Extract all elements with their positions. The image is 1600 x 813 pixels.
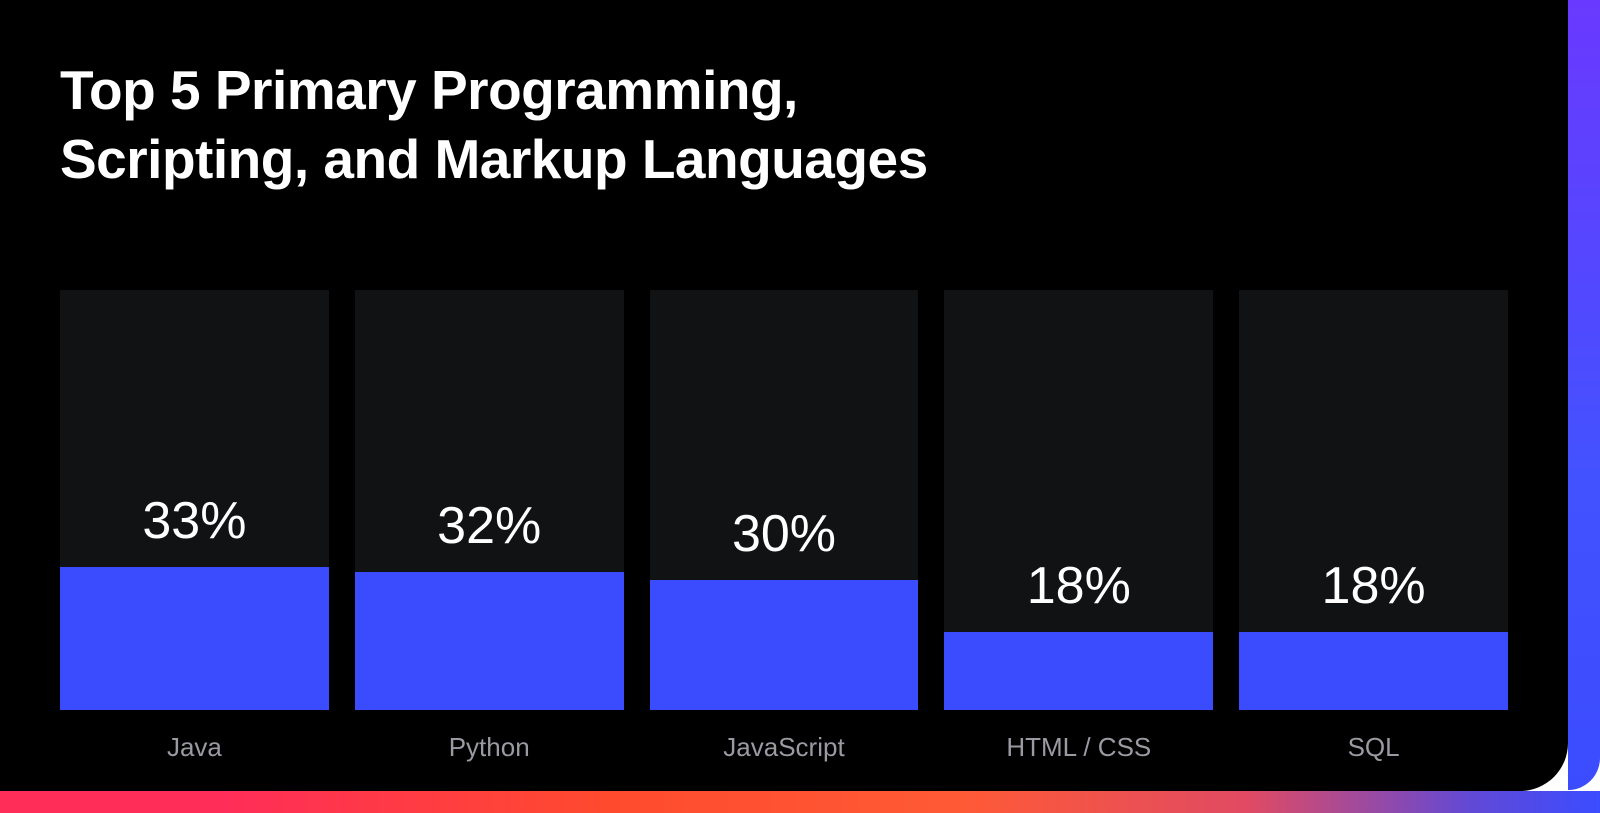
bar-category-label: Python xyxy=(355,710,624,791)
bar-column: 18% HTML / CSS xyxy=(944,290,1213,791)
bar-value-label: 18% xyxy=(944,556,1213,632)
bar-value-label: 32% xyxy=(355,496,624,572)
accent-edge-right xyxy=(1568,0,1600,790)
bar-value-label: 33% xyxy=(60,491,329,567)
bar-category-label: HTML / CSS xyxy=(944,710,1213,791)
bar-fill xyxy=(1239,632,1508,710)
chart-title: Top 5 Primary Programming, Scripting, an… xyxy=(60,56,1260,194)
chart-card: Top 5 Primary Programming, Scripting, an… xyxy=(0,0,1600,813)
bar-category-label: Java xyxy=(60,710,329,791)
bar-value-label: 18% xyxy=(1239,556,1508,632)
bar-category-label: SQL xyxy=(1239,710,1508,791)
bar-fill xyxy=(944,632,1213,710)
bar-fill xyxy=(650,580,919,710)
accent-edge-bottom xyxy=(0,791,1600,813)
bar-column: 33% Java xyxy=(60,290,329,791)
bar-area: 30% xyxy=(650,290,919,710)
bar-column: 32% Python xyxy=(355,290,624,791)
chart-title-line2: Scripting, and Markup Languages xyxy=(60,128,928,190)
bar-area: 18% xyxy=(944,290,1213,710)
bar-chart: 33% Java 32% Python 30% JavaScript xyxy=(60,254,1508,792)
bar-fill xyxy=(355,572,624,710)
bar-area: 33% xyxy=(60,290,329,710)
bar-column: 30% JavaScript xyxy=(650,290,919,791)
bar-area: 18% xyxy=(1239,290,1508,710)
bar-fill xyxy=(60,567,329,710)
chart-panel: Top 5 Primary Programming, Scripting, an… xyxy=(0,0,1568,791)
bar-column: 18% SQL xyxy=(1239,290,1508,791)
bar-value-label: 30% xyxy=(650,504,919,580)
bar-area: 32% xyxy=(355,290,624,710)
bar-category-label: JavaScript xyxy=(650,710,919,791)
chart-title-line1: Top 5 Primary Programming, xyxy=(60,59,798,121)
